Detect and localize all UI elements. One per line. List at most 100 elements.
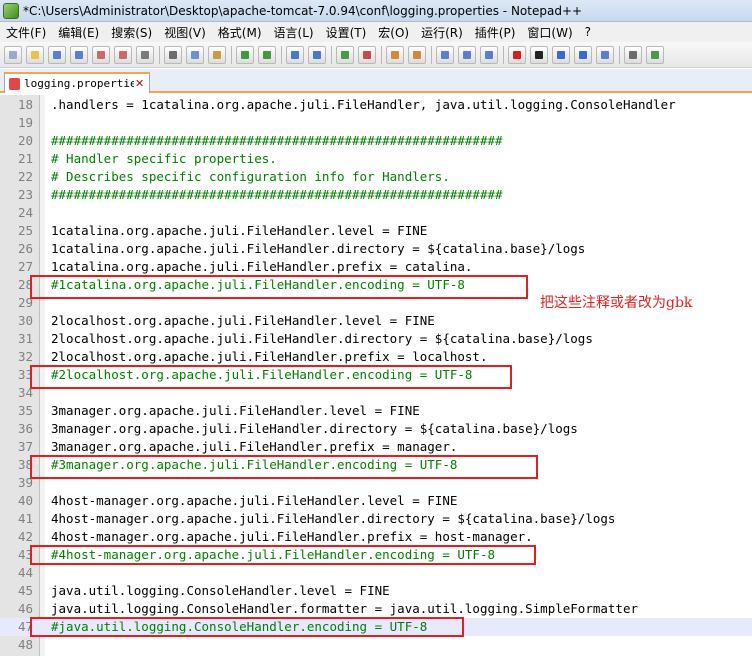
- line-number: 19: [17, 115, 33, 130]
- line-number: 42: [17, 529, 33, 544]
- comment-text: # Describes specific configuration info …: [51, 169, 450, 184]
- menu-item[interactable]: 搜索(S): [105, 24, 158, 41]
- save-icon[interactable]: [48, 45, 66, 64]
- menu-item[interactable]: 视图(V): [158, 24, 212, 41]
- code-line[interactable]: 24: [0, 204, 752, 222]
- code-line[interactable]: 43 #4host-manager.org.apache.juli.FileHan…: [0, 546, 752, 564]
- code-line[interactable]: 39: [0, 474, 752, 492]
- code-line[interactable]: 25 1catalina.org.apache.juli.FileHandler.…: [0, 222, 752, 240]
- code-line[interactable]: 23 ######################################…: [0, 186, 752, 204]
- code-line[interactable]: 44: [0, 564, 752, 582]
- code-line[interactable]: 21 # Handler specific properties.: [0, 150, 752, 168]
- trim-save-icon[interactable]: [624, 45, 642, 64]
- new-file-icon[interactable]: [4, 45, 22, 64]
- line-number: 28: [17, 277, 33, 292]
- word-wrap-icon[interactable]: [436, 45, 454, 64]
- code-line[interactable]: 34: [0, 384, 752, 402]
- editor[interactable]: 18 .handlers = 1catalina.org.apache.juli.…: [0, 95, 752, 656]
- close-all-icon[interactable]: [114, 45, 132, 64]
- indent-guide-icon[interactable]: [480, 45, 498, 64]
- find-icon[interactable]: [286, 45, 304, 64]
- menu-item[interactable]: 插件(P): [469, 24, 522, 41]
- menu-item[interactable]: 文件(F): [0, 24, 52, 41]
- toolbar-separator: [431, 45, 432, 64]
- code-line[interactable]: 40 4host-manager.org.apache.juli.FileHand…: [0, 492, 752, 510]
- toolbar-separator: [231, 45, 232, 64]
- line-number: 34: [17, 385, 33, 400]
- run-macro-multiple-icon[interactable]: [574, 45, 592, 64]
- code-line[interactable]: 36 3manager.org.apache.juli.FileHandler.d…: [0, 420, 752, 438]
- code-line[interactable]: 27 1catalina.org.apache.juli.FileHandler.…: [0, 258, 752, 276]
- code-text: java.util.logging.ConsoleHandler.level =…: [51, 583, 390, 598]
- notepadpp-icon: [3, 2, 19, 19]
- code-text: 2localhost.org.apache.juli.FileHandler.d…: [51, 331, 593, 346]
- comment-text: ########################################…: [51, 133, 503, 148]
- window-title: *C:\Users\Administrator\Desktop\apache-t…: [23, 3, 583, 18]
- zoom-out-icon[interactable]: [358, 45, 376, 64]
- sync-horizontal-icon[interactable]: [408, 45, 426, 64]
- menu-item[interactable]: 窗口(W): [521, 24, 578, 41]
- code-line[interactable]: 18 .handlers = 1catalina.org.apache.juli.…: [0, 96, 752, 114]
- open-file-icon[interactable]: [26, 45, 44, 64]
- print-icon[interactable]: [136, 45, 154, 64]
- title-bar: *C:\Users\Administrator\Desktop\apache-t…: [0, 0, 752, 22]
- code-line[interactable]: 19: [0, 114, 752, 132]
- code-line[interactable]: 37 3manager.org.apache.juli.FileHandler.p…: [0, 438, 752, 456]
- line-number: 33: [17, 367, 33, 382]
- copy-icon[interactable]: [186, 45, 204, 64]
- comment-text: #2localhost.org.apache.juli.FileHandler.…: [51, 367, 473, 382]
- tab-logging-properties[interactable]: logging.properties ✕: [4, 72, 150, 93]
- menu-item[interactable]: 设置(T): [320, 24, 373, 41]
- line-number: 37: [17, 439, 33, 454]
- modified-file-icon: [9, 77, 20, 90]
- code-line[interactable]: 48: [0, 636, 752, 654]
- code-text: 4host-manager.org.apache.juli.FileHandle…: [51, 529, 533, 544]
- annotation-note: 把这些注释或者改为gbk: [540, 295, 693, 311]
- close-file-icon[interactable]: [92, 45, 110, 64]
- code-text: java.util.logging.ConsoleHandler.formatt…: [51, 601, 638, 616]
- play-macro-icon[interactable]: [552, 45, 570, 64]
- code-line[interactable]: 33 #2localhost.org.apache.juli.FileHandle…: [0, 366, 752, 384]
- redo-icon[interactable]: [258, 45, 276, 64]
- line-number: 24: [17, 205, 33, 220]
- close-icon[interactable]: ✕: [135, 78, 144, 89]
- stop-record-icon[interactable]: [530, 45, 548, 64]
- code-line[interactable]: 26 1catalina.org.apache.juli.FileHandler.…: [0, 240, 752, 258]
- spell-check-icon[interactable]: [646, 45, 664, 64]
- show-all-chars-icon[interactable]: [458, 45, 476, 64]
- replace-icon[interactable]: [308, 45, 326, 64]
- paste-icon[interactable]: [208, 45, 226, 64]
- line-number: 39: [17, 475, 33, 490]
- menu-item[interactable]: 运行(R): [415, 24, 469, 41]
- code-line[interactable]: 45 java.util.logging.ConsoleHandler.level…: [0, 582, 752, 600]
- code-line[interactable]: 46 java.util.logging.ConsoleHandler.forma…: [0, 600, 752, 618]
- code-line[interactable]: 22 # Describes specific configuration inf…: [0, 168, 752, 186]
- comment-text: #java.util.logging.ConsoleHandler.encodi…: [51, 619, 428, 634]
- line-number: 21: [17, 151, 33, 166]
- save-all-icon[interactable]: [70, 45, 88, 64]
- menu-item[interactable]: 编辑(E): [52, 24, 105, 41]
- code-line[interactable]: 47 #java.util.logging.ConsoleHandler.enco…: [0, 618, 752, 636]
- tab-label: logging.properties: [24, 77, 134, 90]
- menu-item[interactable]: 语言(L): [268, 24, 320, 41]
- menu-item[interactable]: 格式(M): [212, 24, 268, 41]
- menu-item[interactable]: 宏(O): [372, 24, 415, 41]
- code-line[interactable]: 30 2localhost.org.apache.juli.FileHandler…: [0, 312, 752, 330]
- code-line[interactable]: 32 2localhost.org.apache.juli.FileHandler…: [0, 348, 752, 366]
- code-text: 1catalina.org.apache.juli.FileHandler.le…: [51, 223, 428, 238]
- undo-icon[interactable]: [236, 45, 254, 64]
- code-line[interactable]: 20 ######################################…: [0, 132, 752, 150]
- record-macro-icon[interactable]: [508, 45, 526, 64]
- code-line[interactable]: 31 2localhost.org.apache.juli.FileHandler…: [0, 330, 752, 348]
- code-line[interactable]: 35 3manager.org.apache.juli.FileHandler.l…: [0, 402, 752, 420]
- code-line[interactable]: 42 4host-manager.org.apache.juli.FileHand…: [0, 528, 752, 546]
- zoom-in-icon[interactable]: [336, 45, 354, 64]
- code-line[interactable]: 41 4host-manager.org.apache.juli.FileHand…: [0, 510, 752, 528]
- code-text: 1catalina.org.apache.juli.FileHandler.pr…: [51, 259, 473, 274]
- line-number: 41: [17, 511, 33, 526]
- save-macro-icon[interactable]: [596, 45, 614, 64]
- code-line[interactable]: 38 #3manager.org.apache.juli.FileHandler.…: [0, 456, 752, 474]
- menu-item[interactable]: ?: [579, 25, 597, 39]
- sync-vertical-icon[interactable]: [386, 45, 404, 64]
- cut-icon[interactable]: [164, 45, 182, 64]
